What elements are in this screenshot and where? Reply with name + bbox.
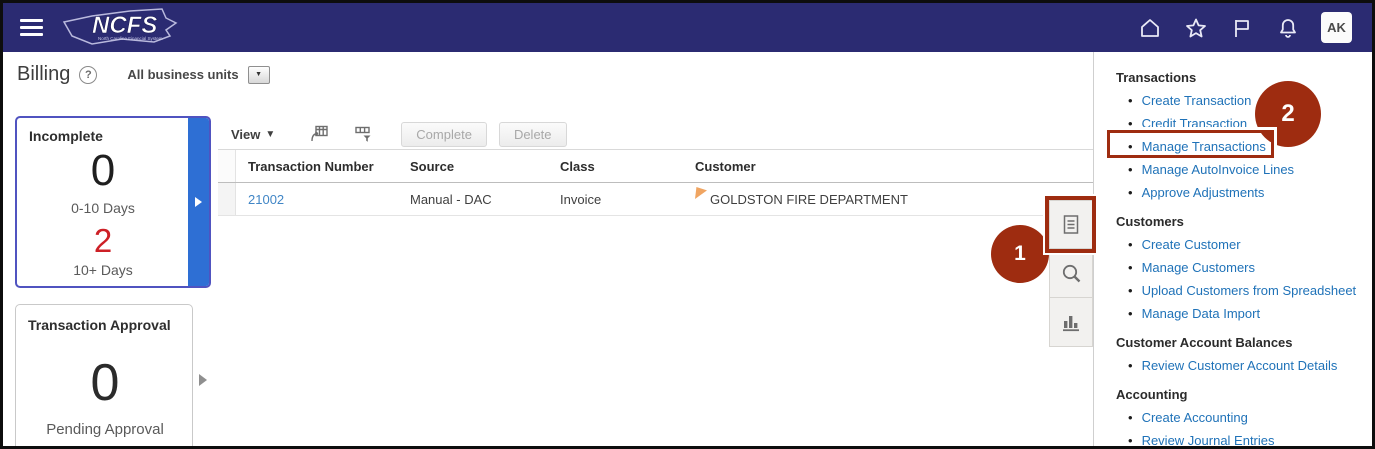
section-heading: Customer Account Balances — [1116, 335, 1293, 350]
source-cell: Manual - DAC — [410, 191, 492, 207]
bullet-icon: • — [1128, 237, 1133, 252]
hamburger-menu-icon[interactable] — [20, 15, 43, 40]
business-unit-dropdown-button[interactable]: ▼ — [247, 65, 270, 84]
list-item: • Upload Customers from Spreadsheet — [1128, 283, 1366, 298]
list-item: • Credit Transaction — [1128, 116, 1366, 131]
transactions-table: View ▼ Complete Delete Transaction Numbe… — [218, 119, 1093, 216]
list-item: • Manage AutoInvoice Lines — [1128, 162, 1366, 177]
bullet-icon: • — [1128, 306, 1133, 321]
task-link-manage-data-import[interactable]: Manage Data Import — [1142, 306, 1261, 321]
user-avatar[interactable]: AK — [1321, 12, 1352, 43]
list-item: • Create Accounting — [1128, 410, 1366, 425]
logo-text: NCFS — [92, 12, 157, 39]
bullet-icon: • — [1128, 358, 1133, 373]
help-icon[interactable]: ? — [79, 65, 98, 84]
section-heading: Transactions — [1116, 70, 1197, 85]
task-link-create-accounting[interactable]: Create Accounting — [1142, 410, 1248, 425]
list-item: • Create Transaction — [1128, 93, 1366, 108]
delete-button[interactable]: Delete — [498, 121, 567, 147]
row-selector-header — [218, 150, 236, 182]
task-link-create-transaction[interactable]: Create Transaction — [1142, 93, 1252, 108]
section-heading: Customers — [1116, 214, 1184, 229]
incomplete-card-expander[interactable] — [188, 118, 209, 286]
customer-name: GOLDSTON FIRE DEPARTMENT — [710, 191, 908, 207]
task-link-review-journal-entries[interactable]: Review Journal Entries — [1142, 433, 1275, 446]
flag-watchlist-icon[interactable] — [1229, 15, 1254, 40]
bullet-icon: • — [1128, 283, 1133, 298]
table-row[interactable]: 21002 Manual - DAC Invoice GOLDSTON FIRE… — [218, 183, 1093, 216]
bullet-icon: • — [1128, 93, 1133, 108]
approval-pending-label: Pending Approval — [46, 421, 164, 438]
col-header-class[interactable]: Class — [548, 150, 683, 182]
page-title: Billing — [17, 63, 71, 85]
ncfs-logo[interactable]: NCFS North Carolina Financial System — [58, 6, 188, 50]
task-link-approve-adjustments[interactable]: Approve Adjustments — [1142, 185, 1265, 200]
view-menu-button[interactable]: View ▼ — [231, 127, 275, 142]
annotation-highlight-tasks-icon — [1045, 196, 1096, 253]
bell-notifications-icon[interactable] — [1275, 15, 1300, 40]
task-link-manage-customers[interactable]: Manage Customers — [1142, 260, 1255, 275]
logo-subtext: North Carolina Financial System — [98, 36, 163, 41]
list-item: • Review Journal Entries — [1128, 433, 1366, 448]
section-accounting: Accounting • Create Accounting • Review Jo… — [1116, 387, 1366, 448]
section-heading: Accounting — [1116, 387, 1188, 402]
task-link-review-customer-account-details[interactable]: Review Customer Account Details — [1142, 358, 1338, 373]
chevron-down-icon: ▼ — [265, 128, 276, 140]
bullet-icon: • — [1128, 116, 1133, 131]
section-customers: Customers • Create Customer • Manage Custo… — [1116, 214, 1366, 321]
customer-cell: GOLDSTON FIRE DEPARTMENT — [683, 183, 1093, 215]
table-header-row: Transaction Number Source Class Customer — [218, 150, 1093, 183]
col-header-source[interactable]: Source — [398, 150, 548, 182]
incomplete-recent-count: 0 — [90, 146, 116, 195]
bullet-icon: • — [1128, 433, 1133, 448]
business-unit-filter-label: All business units — [127, 67, 239, 82]
home-icon[interactable] — [1137, 15, 1162, 40]
navbar-actions: AK — [1137, 12, 1352, 43]
incomplete-card-title: Incomplete — [29, 128, 103, 144]
approval-pending-count: 0 — [90, 354, 120, 412]
incomplete-old-count: 2 — [93, 222, 113, 259]
list-item: • Approve Adjustments — [1128, 185, 1366, 200]
task-link-credit-transaction[interactable]: Credit Transaction — [1142, 116, 1248, 131]
approval-card-title: Transaction Approval — [28, 317, 171, 333]
incomplete-infolet-card[interactable]: Incomplete 0 0-10 Days 2 10+ Days — [15, 116, 211, 288]
list-item: • Manage Data Import — [1128, 306, 1366, 321]
expander-arrow-icon — [195, 197, 202, 207]
app-window: NCFS North Carolina Financial System AK … — [0, 0, 1375, 449]
complete-button[interactable]: Complete — [401, 121, 487, 147]
bullet-icon: • — [1128, 260, 1133, 275]
task-link-upload-customers-from-spreadsheet[interactable]: Upload Customers from Spreadsheet — [1142, 283, 1357, 298]
page-header: Billing ? All business units ▼ — [17, 63, 270, 86]
row-selector-cell[interactable] — [218, 183, 236, 215]
annotation-step-1-badge: 1 — [991, 225, 1049, 283]
transaction-number-link[interactable]: 21002 — [248, 192, 284, 207]
bullet-icon: • — [1128, 185, 1133, 200]
section-customer-account-balances: Customer Account Balances • Review Custom… — [1116, 335, 1366, 373]
col-header-transaction-number[interactable]: Transaction Number — [236, 150, 398, 182]
query-by-example-icon[interactable] — [353, 124, 373, 144]
row-info-flag-icon — [695, 187, 707, 199]
list-item: • Manage Customers — [1128, 260, 1366, 275]
bullet-icon: • — [1128, 162, 1133, 177]
annotation-highlight-manage-transactions — [1107, 130, 1274, 158]
col-header-customer[interactable]: Customer — [683, 150, 1093, 182]
table-toolbar: View ▼ Complete Delete — [218, 119, 1093, 150]
bar-chart-icon[interactable] — [1049, 298, 1093, 347]
detach-icon[interactable] — [309, 124, 329, 144]
incomplete-recent-label: 0-10 Days — [71, 200, 135, 216]
task-link-create-customer[interactable]: Create Customer — [1142, 237, 1241, 252]
bullet-icon: • — [1128, 410, 1133, 425]
top-navbar: NCFS North Carolina Financial System AK — [3, 3, 1372, 52]
search-icon[interactable] — [1049, 249, 1093, 298]
incomplete-old-label: 10+ Days — [73, 262, 133, 278]
tasks-panel: Transactions • Create Transaction • Credit… — [1093, 52, 1372, 446]
list-item: • Review Customer Account Details — [1128, 358, 1366, 373]
transaction-approval-infolet-card[interactable]: Transaction Approval 0 Pending Approval — [15, 304, 193, 446]
list-item: • Create Customer — [1128, 237, 1366, 252]
class-cell: Invoice — [560, 191, 602, 207]
view-menu-label: View — [231, 126, 261, 142]
star-favorites-icon[interactable] — [1183, 15, 1208, 40]
task-link-manage-autoinvoice-lines[interactable]: Manage AutoInvoice Lines — [1142, 162, 1295, 177]
approval-card-expander-arrow[interactable] — [199, 374, 207, 386]
